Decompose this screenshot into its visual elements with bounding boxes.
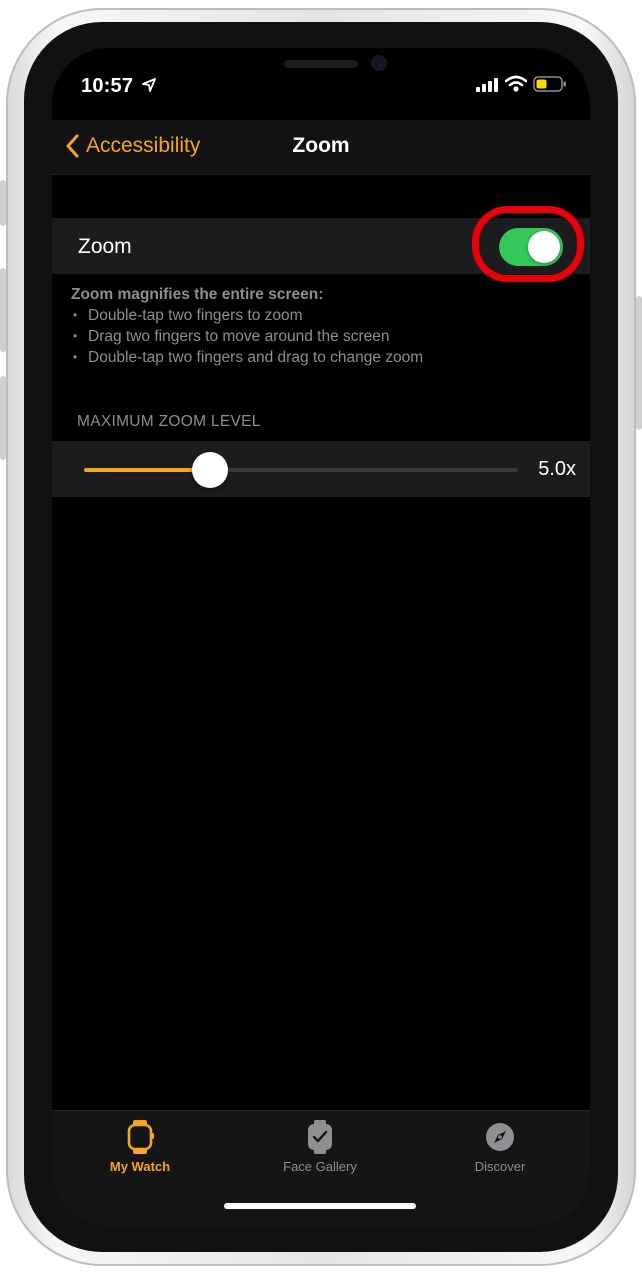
tab-label: Face Gallery [283, 1159, 357, 1174]
description-item: Double-tap two fingers to zoom [71, 305, 571, 326]
home-indicator [224, 1203, 416, 1209]
status-time: 10:57 [81, 75, 134, 97]
zoom-setting-label: Zoom [78, 235, 132, 258]
notch [170, 48, 472, 98]
battery-icon [533, 76, 566, 92]
wifi-icon [505, 75, 527, 92]
earpiece-speaker [284, 60, 358, 68]
tab-my-watch[interactable]: My Watch [70, 1119, 210, 1174]
tab-discover[interactable]: Discover [430, 1119, 570, 1174]
tab-face-gallery[interactable]: Face Gallery [250, 1119, 390, 1174]
screen: 10:57 Accessibility Zoom Zoom Zoom magni… [52, 48, 590, 1226]
zoom-description: Zoom magnifies the entire screen: Double… [71, 284, 571, 368]
watch-icon [127, 1120, 154, 1154]
page-title: Zoom [292, 134, 350, 157]
max-zoom-slider[interactable] [84, 452, 518, 488]
watch-face-icon [308, 1120, 332, 1154]
cellular-signal-icon [476, 78, 498, 92]
volume-up-button [0, 268, 6, 352]
max-zoom-value: 5.0x [538, 458, 576, 480]
silent-switch [0, 180, 6, 226]
max-zoom-row: 5.0x [52, 441, 590, 497]
navigation-bar: Accessibility Zoom [52, 120, 590, 175]
description-item: Drag two fingers to move around the scre… [71, 326, 571, 347]
tab-label: My Watch [109, 1159, 171, 1174]
description-heading: Zoom magnifies the entire screen: [71, 286, 324, 303]
compass-icon [486, 1123, 514, 1151]
front-camera [373, 57, 385, 69]
power-button [636, 296, 642, 430]
zoom-toggle[interactable] [499, 228, 563, 266]
description-list: Double-tap two fingers to zoom Drag two … [71, 305, 571, 368]
volume-down-button [0, 376, 6, 460]
description-item: Double-tap two fingers and drag to chang… [71, 347, 571, 368]
zoom-setting-row: Zoom [52, 218, 590, 274]
slider-fill [84, 468, 210, 472]
slider-thumb[interactable] [191, 452, 228, 488]
location-arrow-icon [142, 78, 156, 92]
max-zoom-section-header: MAXIMUM ZOOM LEVEL [77, 413, 261, 430]
toggle-knob [528, 231, 560, 263]
tab-label: Discover [474, 1159, 526, 1174]
